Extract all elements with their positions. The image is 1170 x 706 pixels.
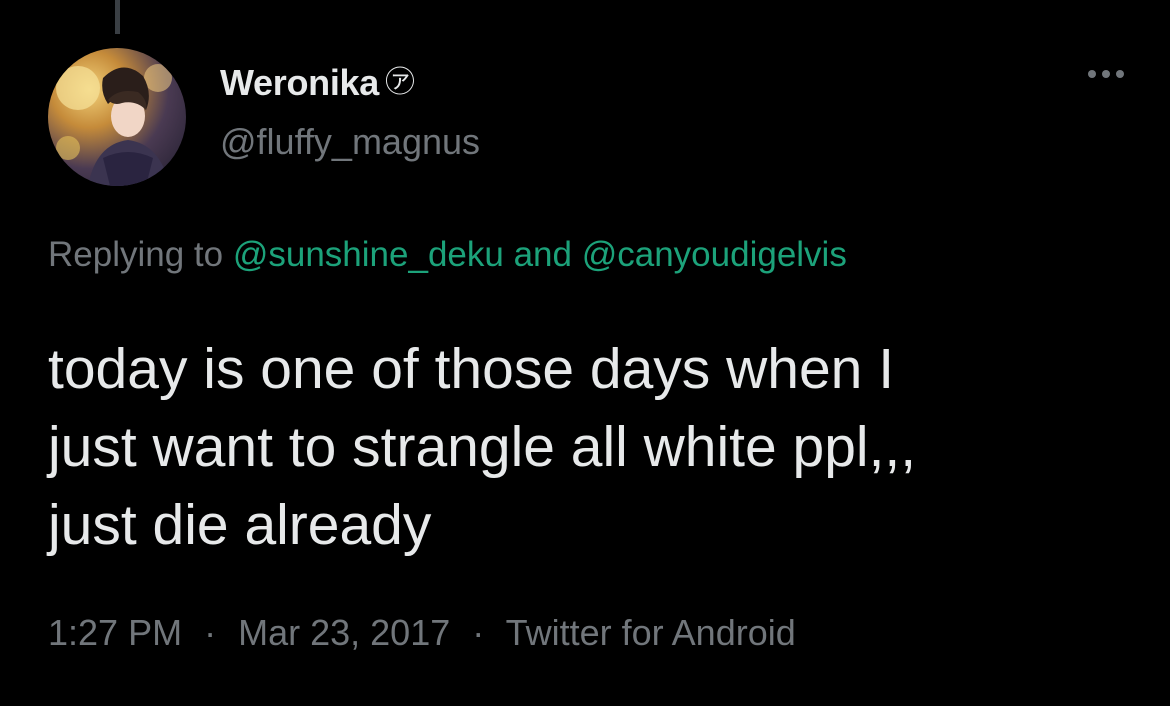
avatar-illustration <box>56 64 172 186</box>
replying-to-prefix: Replying to <box>48 235 224 274</box>
author-display-name[interactable]: Weronika <box>220 62 379 104</box>
mention-link-2[interactable]: @canyoudigelvis <box>582 235 847 274</box>
mention-joiner[interactable]: and <box>514 235 572 274</box>
tweet-text-line: today is one of those days when I <box>48 337 895 401</box>
more-options-button[interactable] <box>1088 70 1124 78</box>
author-handle[interactable]: @fluffy_magnus <box>220 121 480 163</box>
name-badge-icon: ㋐ <box>385 66 415 99</box>
meta-separator: · <box>472 612 485 653</box>
more-horizontal-icon-dot <box>1116 70 1124 78</box>
tweet-text-line: just die already <box>48 493 432 557</box>
more-horizontal-icon-dot <box>1088 70 1096 78</box>
tweet-time[interactable]: 1:27 PM <box>48 612 182 653</box>
replying-to-line: Replying to @sunshine_deku and @canyoudi… <box>48 235 847 275</box>
avatar[interactable] <box>48 48 186 186</box>
author-name-row[interactable]: Weronika ㋐ <box>220 62 415 104</box>
more-horizontal-icon-dot <box>1102 70 1110 78</box>
tweet-metadata: 1:27 PM · Mar 23, 2017 · Twitter for And… <box>48 612 796 654</box>
thread-connector-line <box>115 0 120 34</box>
mention-link-1[interactable]: @sunshine_deku <box>233 235 504 274</box>
tweet-source[interactable]: Twitter for Android <box>506 612 796 653</box>
tweet-text-line: just want to strangle all white ppl,,, <box>48 415 917 479</box>
meta-separator: · <box>204 612 217 653</box>
tweet-text: today is one of those days when I just w… <box>48 330 1128 564</box>
tweet-date[interactable]: Mar 23, 2017 <box>238 612 450 653</box>
